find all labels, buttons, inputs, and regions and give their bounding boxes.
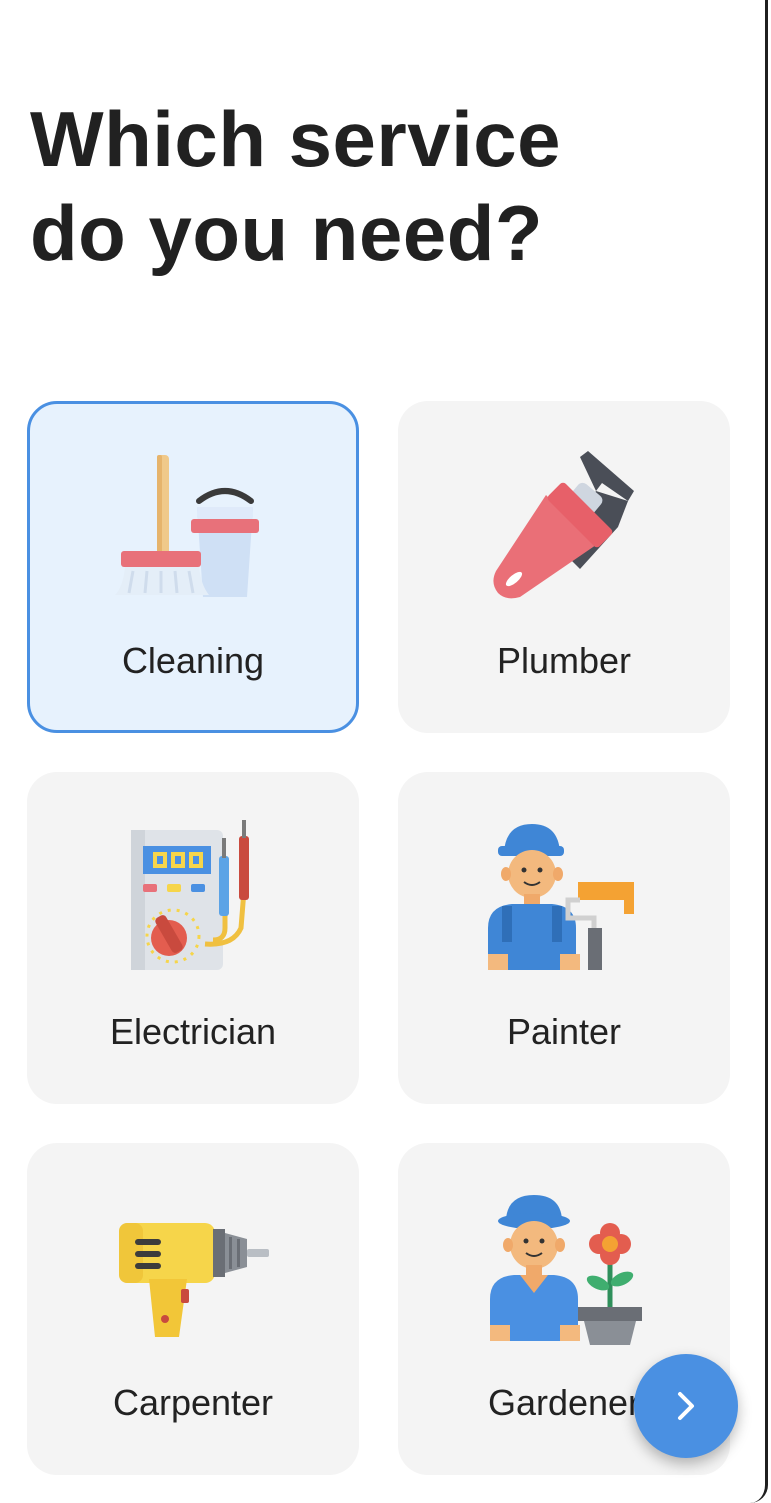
service-card-electrician[interactable]: Electrician: [27, 772, 359, 1104]
service-label: Cleaning: [121, 640, 265, 681]
service-picker-screen: Which service do you need? Cleaning Plum…: [0, 0, 768, 1503]
chevron-right-icon: [678, 1392, 694, 1420]
gardener-icon: [490, 1195, 642, 1345]
service-label: Plumber: [496, 640, 632, 681]
title-line-2: do you need?: [30, 189, 543, 277]
title-line-1: Which service: [30, 95, 562, 183]
service-label: Carpenter: [112, 1382, 274, 1423]
page-title: Which service do you need?: [30, 92, 561, 280]
service-label: Electrician: [109, 1011, 277, 1052]
wrench-icon: [493, 451, 634, 599]
service-card-painter[interactable]: Painter: [398, 772, 730, 1104]
painter-icon: [488, 824, 634, 970]
next-button[interactable]: [634, 1354, 738, 1458]
service-card-plumber[interactable]: Plumber: [398, 401, 730, 733]
cleaning-icon: [115, 455, 259, 597]
drill-icon: [119, 1223, 269, 1337]
service-label: Painter: [506, 1011, 622, 1052]
service-card-cleaning[interactable]: Cleaning: [27, 401, 359, 733]
multimeter-icon: [131, 820, 249, 970]
service-card-carpenter[interactable]: Carpenter: [27, 1143, 359, 1475]
